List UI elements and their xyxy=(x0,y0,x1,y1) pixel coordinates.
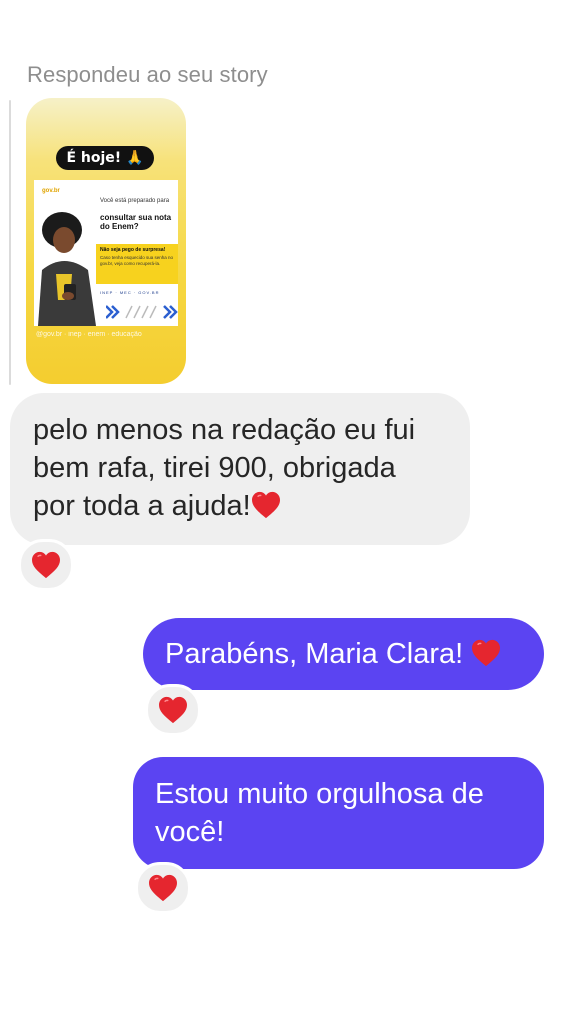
chevrons-icon xyxy=(106,305,178,319)
story-reply-label: Respondeu ao seu story xyxy=(27,62,268,87)
chat-screen: Respondeu ao seu story É hoje! 🙏 gov.br … xyxy=(0,0,576,1024)
story-warning-title: Não seja pego de surpresa! xyxy=(100,247,166,253)
story-card: gov.br Você está preparado para consulta… xyxy=(34,180,178,326)
story-partner-logos: INEP · MEC · GOV.BR xyxy=(100,290,160,295)
red-heart-icon xyxy=(472,639,501,667)
message-text: Estou muito orgulhosa de você! xyxy=(155,778,484,848)
message-reaction[interactable] xyxy=(18,539,74,591)
story-intro-text: Você está preparado para xyxy=(100,198,170,204)
sent-message[interactable]: Estou muito orgulhosa de você! xyxy=(133,757,544,869)
red-heart-icon xyxy=(149,874,177,902)
story-warning-box: Não seja pego de surpresa! Caso tenha es… xyxy=(96,244,178,284)
sent-message[interactable]: Parabéns, Maria Clara! xyxy=(143,618,544,690)
message-text: Parabéns, Maria Clara! xyxy=(165,638,464,670)
person-illustration xyxy=(38,212,96,326)
story-caption: @gov.br · inep · enem · educação xyxy=(36,331,142,338)
message-reaction[interactable] xyxy=(135,862,191,914)
story-logo: gov.br xyxy=(42,188,60,194)
story-warning-body: Caso tenha esquecido sua senha no gov.br… xyxy=(100,255,174,266)
story-headline: consultar sua nota do Enem? xyxy=(100,213,172,231)
reply-indicator-bar xyxy=(9,100,11,385)
story-thumbnail[interactable]: É hoje! 🙏 gov.br Você está preparado par… xyxy=(26,98,186,384)
red-heart-icon xyxy=(251,491,280,519)
story-pill: É hoje! 🙏 xyxy=(56,146,154,170)
red-heart-icon xyxy=(32,551,60,579)
red-heart-icon xyxy=(159,696,187,724)
message-reaction[interactable] xyxy=(145,684,201,736)
message-text: pelo menos na redação eu fui bem rafa, t… xyxy=(33,414,416,522)
received-message[interactable]: pelo menos na redação eu fui bem rafa, t… xyxy=(10,393,470,545)
